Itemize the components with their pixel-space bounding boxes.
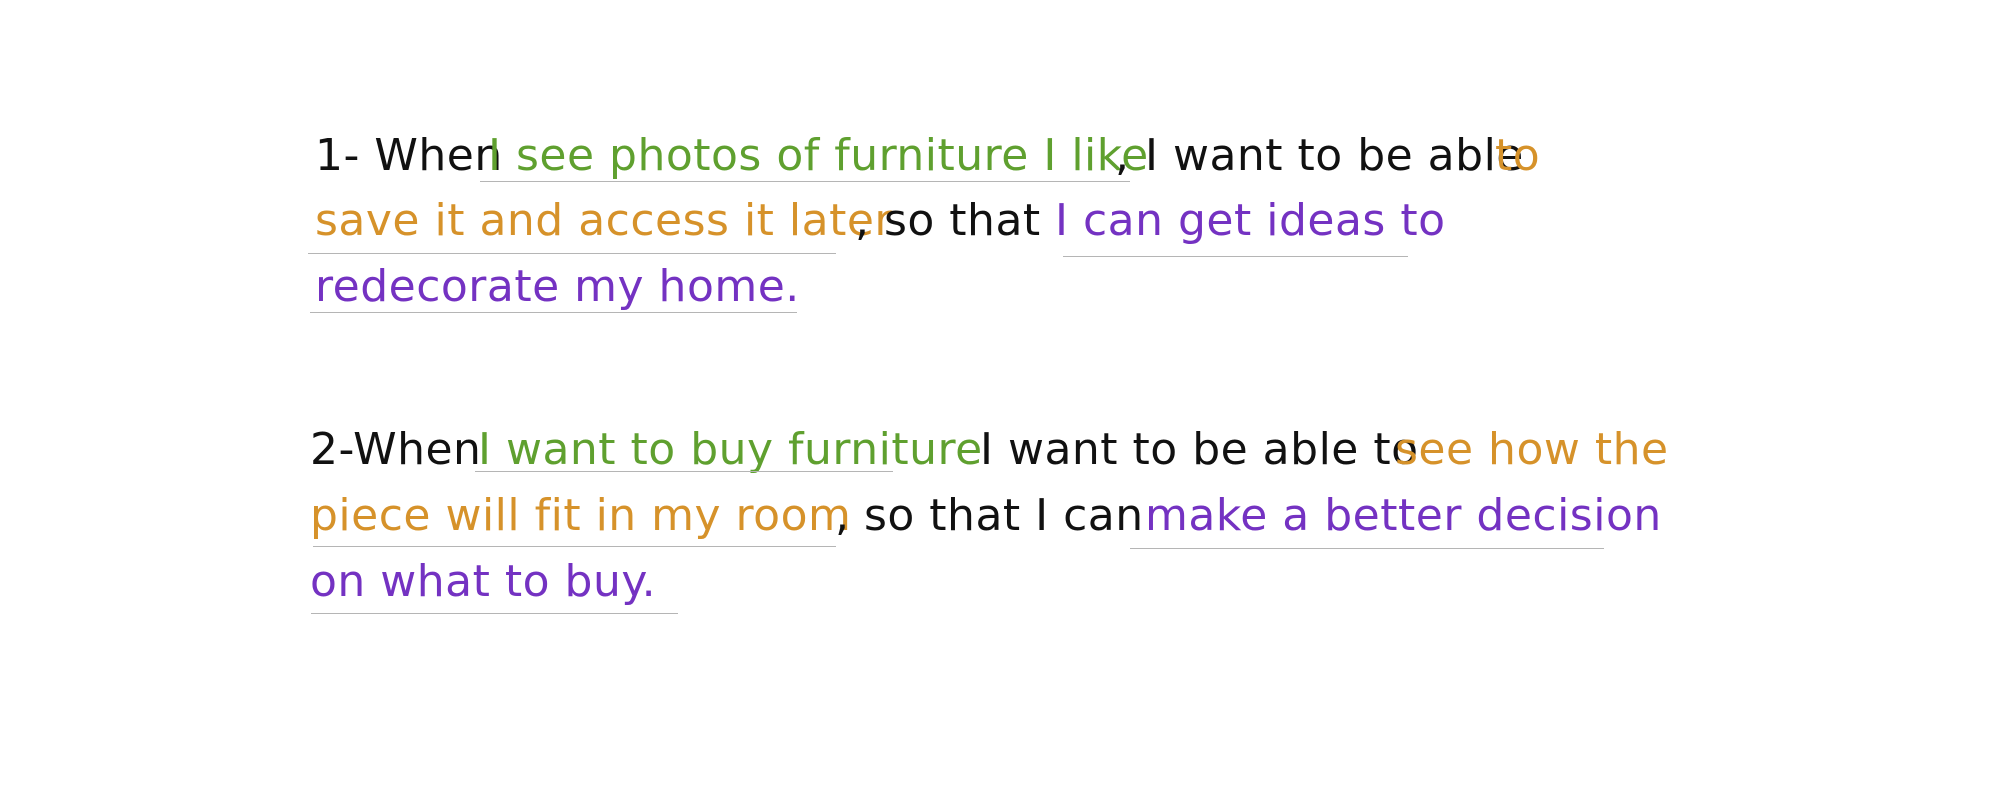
story-1-motivation-end: save it and access it later [315, 195, 894, 246]
story-2-situation: I want to buy furniture [478, 424, 983, 475]
story-1-motivation-start: to [1495, 130, 1541, 181]
story-1-situation: I see photos of furniture I like [488, 130, 1149, 181]
story-1-outcome-underline-1 [1063, 256, 1408, 257]
story-2-motivation-end: piece will fit in my room [310, 490, 852, 541]
story-2-outcome-end: on what to buy. [310, 556, 657, 607]
story-1-number: 1- When [315, 130, 503, 181]
story-2-situation-underline [475, 471, 893, 472]
story-2-motivation-underline [313, 546, 836, 547]
story-1-outcome-start: I can get ideas to [1055, 195, 1446, 246]
canvas: { "stories": [ { "number": "1- When", "s… [0, 0, 2000, 809]
story-2-outcome-underline-2 [311, 613, 678, 614]
story-2-so-that: , so that I can [835, 490, 1144, 541]
story-1-want: I want to be able [1145, 130, 1524, 181]
story-1-outcome-underline-2 [310, 312, 797, 313]
story-2-outcome-underline-1 [1130, 548, 1604, 549]
story-2-want: I want to be able to [980, 424, 1419, 475]
story-1-motivation-underline [308, 253, 836, 254]
story-1-comma: , [1115, 130, 1130, 181]
story-2-outcome-start: make a better decision [1145, 490, 1662, 541]
story-1-outcome-end: redecorate my home. [315, 261, 800, 312]
story-2-motivation-start: see how the [1395, 424, 1669, 475]
story-1-situation-underline [480, 181, 1130, 182]
story-2-number: 2-When [310, 424, 482, 475]
story-1-so-that: , so that [855, 195, 1041, 246]
